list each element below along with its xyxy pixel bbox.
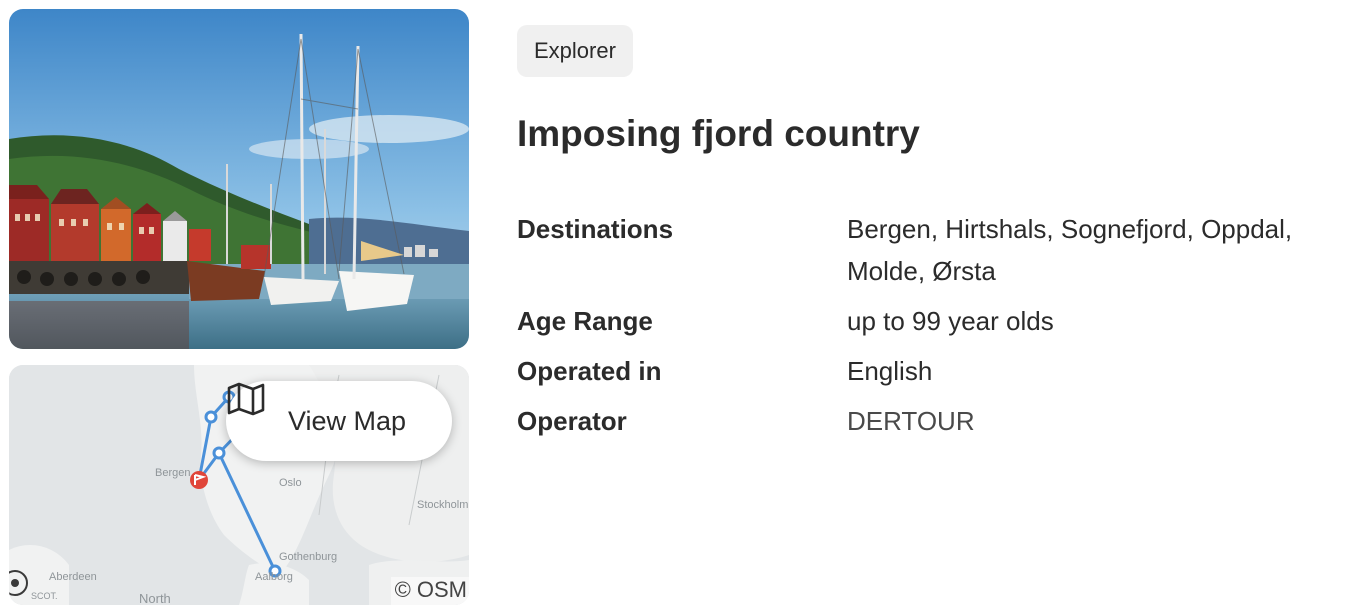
route-map[interactable]: Bergen Oslo Stockholm Gothenburg Aalborg… bbox=[9, 365, 469, 605]
map-label-stockholm: Stockholm bbox=[417, 499, 469, 511]
map-label-scot: SCOT. bbox=[31, 591, 58, 601]
map-attribution[interactable]: © OSM bbox=[390, 577, 469, 605]
destinations-label: Destinations bbox=[517, 214, 674, 244]
operator-label: Operator bbox=[517, 406, 627, 436]
detail-row-language: Operated in English bbox=[517, 342, 1347, 392]
map-label-oslo: Oslo bbox=[279, 477, 302, 489]
map-label-north: North bbox=[139, 591, 171, 605]
destinations-value: Bergen, Hirtshals, Sognefjord, Oppdal, M… bbox=[847, 214, 1293, 286]
tour-details: Destinations Bergen, Hirtshals, Sognefjo… bbox=[517, 208, 1347, 442]
operated-in-value: English bbox=[847, 356, 933, 386]
age-range-value: up to 99 year olds bbox=[847, 306, 1054, 336]
operator-link[interactable]: DERTOUR bbox=[847, 392, 1347, 442]
tour-photo[interactable] bbox=[9, 9, 469, 349]
map-label-gothenburg: Gothenburg bbox=[279, 551, 338, 563]
view-map-label: View Map bbox=[287, 405, 407, 436]
map-label-aalborg: Aalborg bbox=[255, 571, 293, 583]
map-label-bergen: Bergen bbox=[155, 467, 191, 479]
detail-row-operator: Operator DERTOUR bbox=[517, 392, 1347, 442]
map-label-aberdeen: Aberdeen bbox=[49, 571, 97, 583]
operated-in-label: Operated in bbox=[517, 356, 662, 386]
view-map-button[interactable]: View Map bbox=[226, 381, 452, 461]
tour-title: Imposing fjord country bbox=[517, 113, 920, 154]
detail-row-destinations: Destinations Bergen, Hirtshals, Sognefjo… bbox=[517, 208, 1347, 292]
age-range-label: Age Range bbox=[517, 306, 653, 336]
detail-row-age: Age Range up to 99 year olds bbox=[517, 292, 1347, 342]
harbor-photo bbox=[9, 9, 469, 349]
tour-style-badge: Explorer bbox=[517, 25, 633, 77]
